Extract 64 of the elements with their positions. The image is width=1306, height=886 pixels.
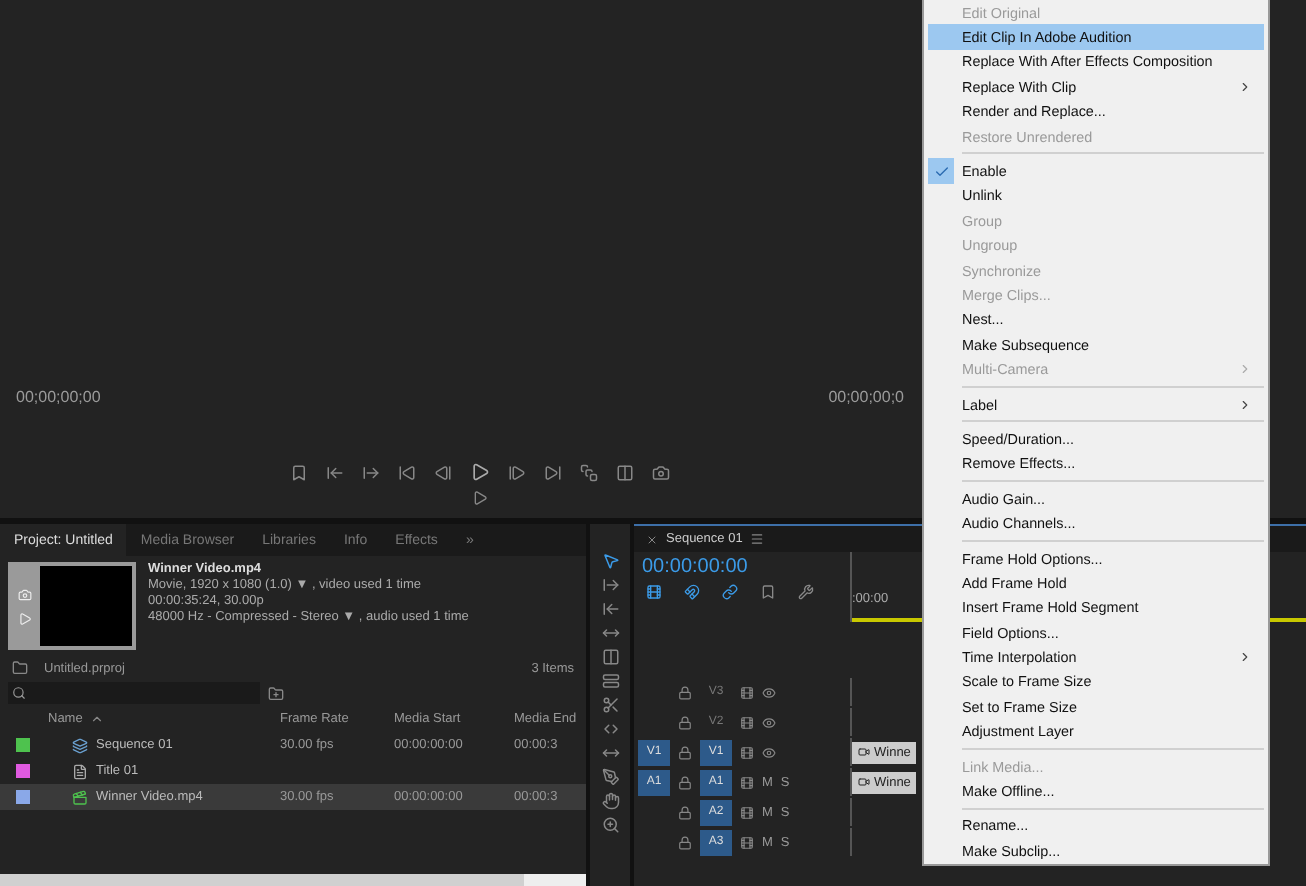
link-icon[interactable] [722,584,738,600]
snap-icon[interactable] [684,584,700,600]
play-icon[interactable] [470,462,490,482]
nest-icon[interactable] [646,584,662,600]
label-swatch[interactable] [16,790,30,804]
lock-icon[interactable] [678,835,692,849]
sort-icon[interactable] [90,712,105,726]
marker-icon[interactable] [760,584,776,600]
lock-icon[interactable] [678,715,692,729]
slip-icon[interactable] [601,672,619,690]
label-swatch[interactable] [16,738,30,752]
zoom-icon[interactable] [601,816,619,834]
rate-stretch-icon[interactable] [601,648,619,666]
timecode: 00:00:00:00 [642,556,750,578]
mark-out-icon[interactable] [362,463,380,481]
sequence-icon [72,737,88,753]
play-in-to-out-icon[interactable] [472,490,488,506]
new-bin-icon[interactable] [268,685,284,701]
sync-lock-icon[interactable] [740,775,754,789]
rolling-edit-icon[interactable] [601,624,619,642]
razor-icon[interactable] [601,696,619,714]
folder-icon[interactable] [12,660,28,676]
sync-lock-icon[interactable] [740,745,754,759]
go-to-in-icon[interactable] [398,463,416,481]
step-forward-icon[interactable] [508,463,526,481]
eye-icon[interactable] [762,685,776,699]
lift-icon[interactable] [580,463,598,481]
settings-icon[interactable] [798,584,814,600]
search-field[interactable] [8,682,260,704]
step-back-icon[interactable] [434,463,452,481]
eye-icon[interactable] [762,715,776,729]
timecode: 00;00;00;0 [828,388,904,406]
lock-icon[interactable] [678,775,692,789]
clip-icon [72,789,88,805]
extract-icon[interactable] [616,463,634,481]
sync-lock-icon[interactable] [740,685,754,699]
camera-icon[interactable] [652,463,670,481]
lock-icon[interactable] [678,805,692,819]
sync-lock-icon[interactable] [740,715,754,729]
selection-tool-icon[interactable] [601,552,619,570]
sync-lock-icon[interactable] [740,805,754,819]
marker-icon[interactable] [290,463,308,481]
track-select-icon[interactable] [601,576,619,594]
scroll-bar[interactable] [0,874,586,886]
slide-icon[interactable] [601,720,619,738]
mark-in-icon[interactable] [326,463,344,481]
document-icon [72,763,88,779]
pen-icon[interactable] [601,768,619,786]
timecode: 00;00;00;00 [16,388,101,406]
sync-lock-icon[interactable] [740,835,754,849]
hand-icon[interactable] [601,792,619,810]
lock-icon[interactable] [678,685,692,699]
video-camera-icon [858,746,870,758]
label-swatch[interactable] [16,764,30,778]
video-camera-icon [858,776,870,788]
close-icon[interactable] [646,533,658,545]
lock-icon[interactable] [678,745,692,759]
slip-icon[interactable] [601,744,619,762]
video-preview [40,566,132,646]
menu-icon[interactable] [750,532,765,546]
go-to-out-icon[interactable] [544,463,562,481]
eye-icon[interactable] [762,745,776,759]
ripple-edit-icon[interactable] [601,600,619,618]
search-icon [12,686,26,700]
